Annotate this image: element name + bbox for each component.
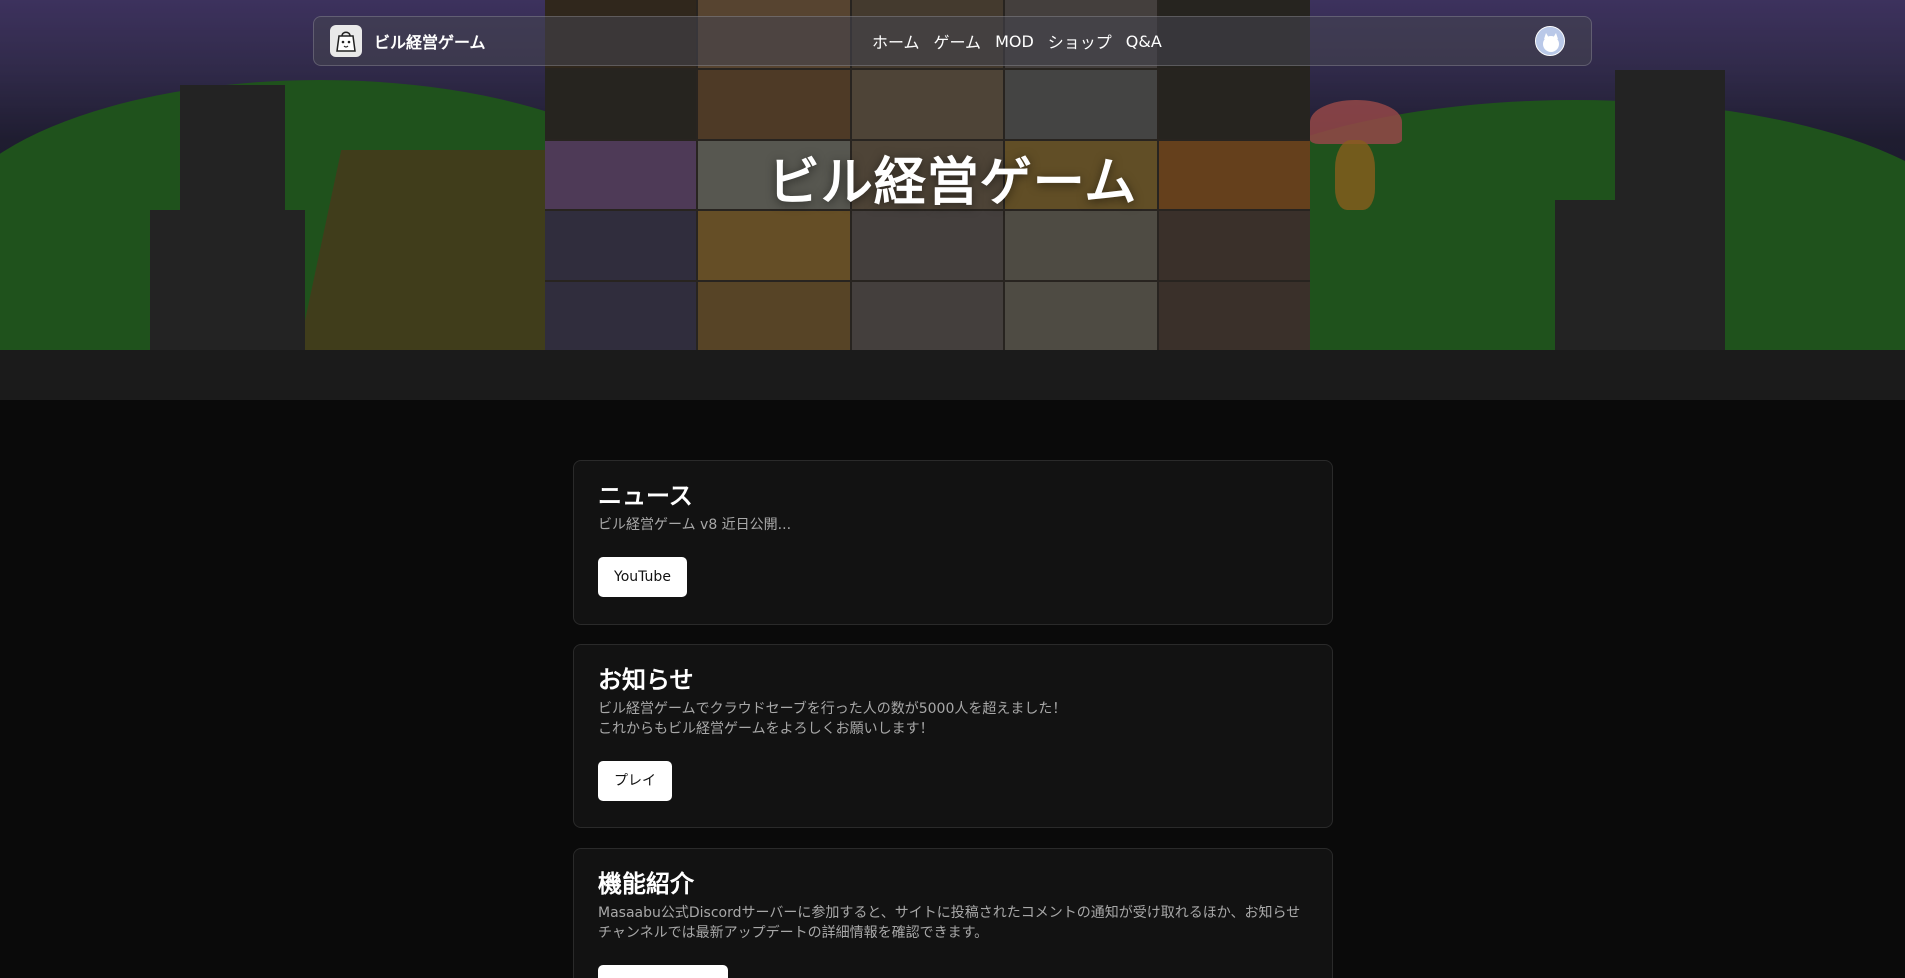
hero-title: ビル経営ゲーム: [767, 153, 1138, 213]
nav-links: ホーム ゲーム MOD ショップ Q&A: [872, 17, 1162, 65]
brand-name: ビル経営ゲーム: [374, 33, 486, 52]
nav-link-home[interactable]: ホーム: [872, 29, 920, 53]
nav-link-game[interactable]: ゲーム: [934, 29, 982, 53]
avatar[interactable]: [1535, 26, 1565, 56]
news-text: ビル経営ゲーム v8 近日公開...: [598, 517, 792, 533]
news-title: ニュース: [598, 482, 693, 510]
features-text-line1: Masaabu公式Discordサーバーに参加すると、サイトに投稿されたコメント…: [598, 905, 1301, 921]
user-avatar-icon: [1536, 27, 1564, 55]
bag-icon: [330, 25, 362, 57]
features-title: 機能紹介: [598, 870, 694, 898]
play-button[interactable]: プレイ: [598, 761, 672, 801]
nav-link-qa[interactable]: Q&A: [1126, 32, 1162, 51]
top-navbar: ビル経営ゲーム ホーム ゲーム MOD ショップ Q&A: [313, 16, 1592, 66]
features-text-line2: チャンネルでは最新アップデートの詳細情報を確認できます。: [598, 925, 989, 941]
notice-text-line2: これからもビル経営ゲームをよろしくお願いします！: [598, 721, 934, 737]
hero-bottom-strip: [0, 350, 1905, 400]
features-card: 機能紹介 Masaabu公式Discordサーバーに参加すると、サイトに投稿され…: [573, 848, 1333, 978]
nav-link-shop[interactable]: ショップ: [1048, 29, 1112, 53]
notice-card: お知らせ ビル経営ゲームでクラウドセーブを行った人の数が5000人を超えました！…: [573, 644, 1333, 828]
nav-link-mod[interactable]: MOD: [995, 32, 1034, 51]
features-button[interactable]: [598, 965, 728, 978]
news-card: ニュース ビル経営ゲーム v8 近日公開... YouTube: [573, 460, 1333, 625]
notice-text: ビル経営ゲームでクラウドセーブを行った人の数が5000人を超えました！ これから…: [598, 699, 1308, 739]
notice-title: お知らせ: [598, 666, 694, 694]
brand-link[interactable]: ビル経営ゲーム: [330, 25, 486, 57]
features-text: Masaabu公式Discordサーバーに参加すると、サイトに投稿されたコメント…: [598, 903, 1308, 943]
notice-text-line1: ビル経営ゲームでクラウドセーブを行った人の数が5000人を超えました！: [598, 701, 1067, 717]
youtube-button[interactable]: YouTube: [598, 557, 687, 597]
